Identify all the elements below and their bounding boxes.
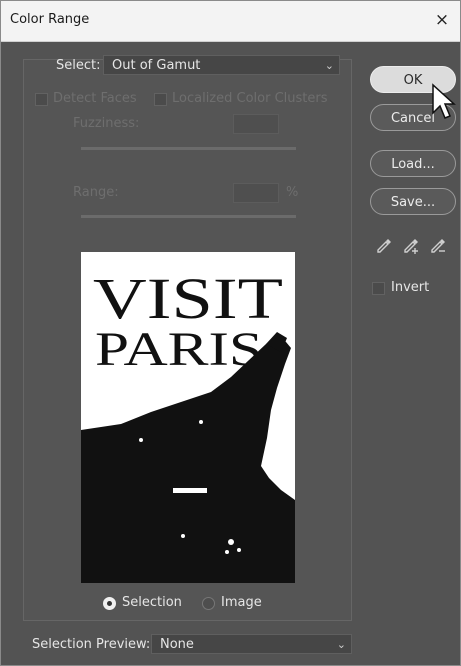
select-dropdown[interactable]: Out of Gamut ⌄ [103,55,340,75]
localized-clusters-label: Localized Color Clusters [172,91,328,106]
range-unit: % [286,185,299,200]
invert-label: Invert [391,280,430,295]
selection-preview-dropdown[interactable]: None ⌄ [151,634,352,654]
selection-preview-image: VISIT PARIS [81,252,295,583]
selection-radio-label: Selection [122,595,182,610]
load-button[interactable]: Load... [370,150,456,177]
save-button[interactable]: Save... [370,188,456,215]
image-radio-label: Image [221,595,262,610]
range-input[interactable] [233,183,279,203]
detect-faces-label: Detect Faces [53,91,137,106]
range-label: Range: [73,185,119,200]
localized-clusters-checkbox[interactable] [154,93,167,106]
invert-checkbox[interactable] [372,282,385,295]
fuzziness-input[interactable] [233,114,279,134]
range-slider[interactable] [81,215,296,218]
fuzziness-slider[interactable] [81,147,296,150]
image-radio[interactable] [202,597,215,610]
selection-radio[interactable] [103,597,116,610]
eyedropper-icon[interactable] [375,237,393,255]
select-label: Select: [56,58,101,73]
chevron-down-icon: ⌄ [336,638,346,651]
title-bar: Color Range × [1,1,460,42]
eyedropper-minus-icon[interactable] [429,237,447,255]
selection-preview-value: None [160,637,194,652]
fuzziness-label: Fuzziness: [73,116,140,131]
color-range-dialog: Color Range × Select: Out of Gamut ⌄ Det… [0,0,461,666]
select-value: Out of Gamut [112,58,201,73]
chevron-down-icon: ⌄ [324,59,334,72]
selection-preview-label: Selection Preview: [32,637,151,652]
close-icon[interactable]: × [430,8,454,32]
pointer-cursor-icon [432,83,456,119]
preview-text-paris: PARIS [95,323,263,376]
preview-text-visit: VISIT [93,266,283,331]
detect-faces-checkbox[interactable] [35,93,48,106]
dialog-title: Color Range [10,12,90,27]
eyedropper-plus-icon[interactable] [402,237,420,255]
